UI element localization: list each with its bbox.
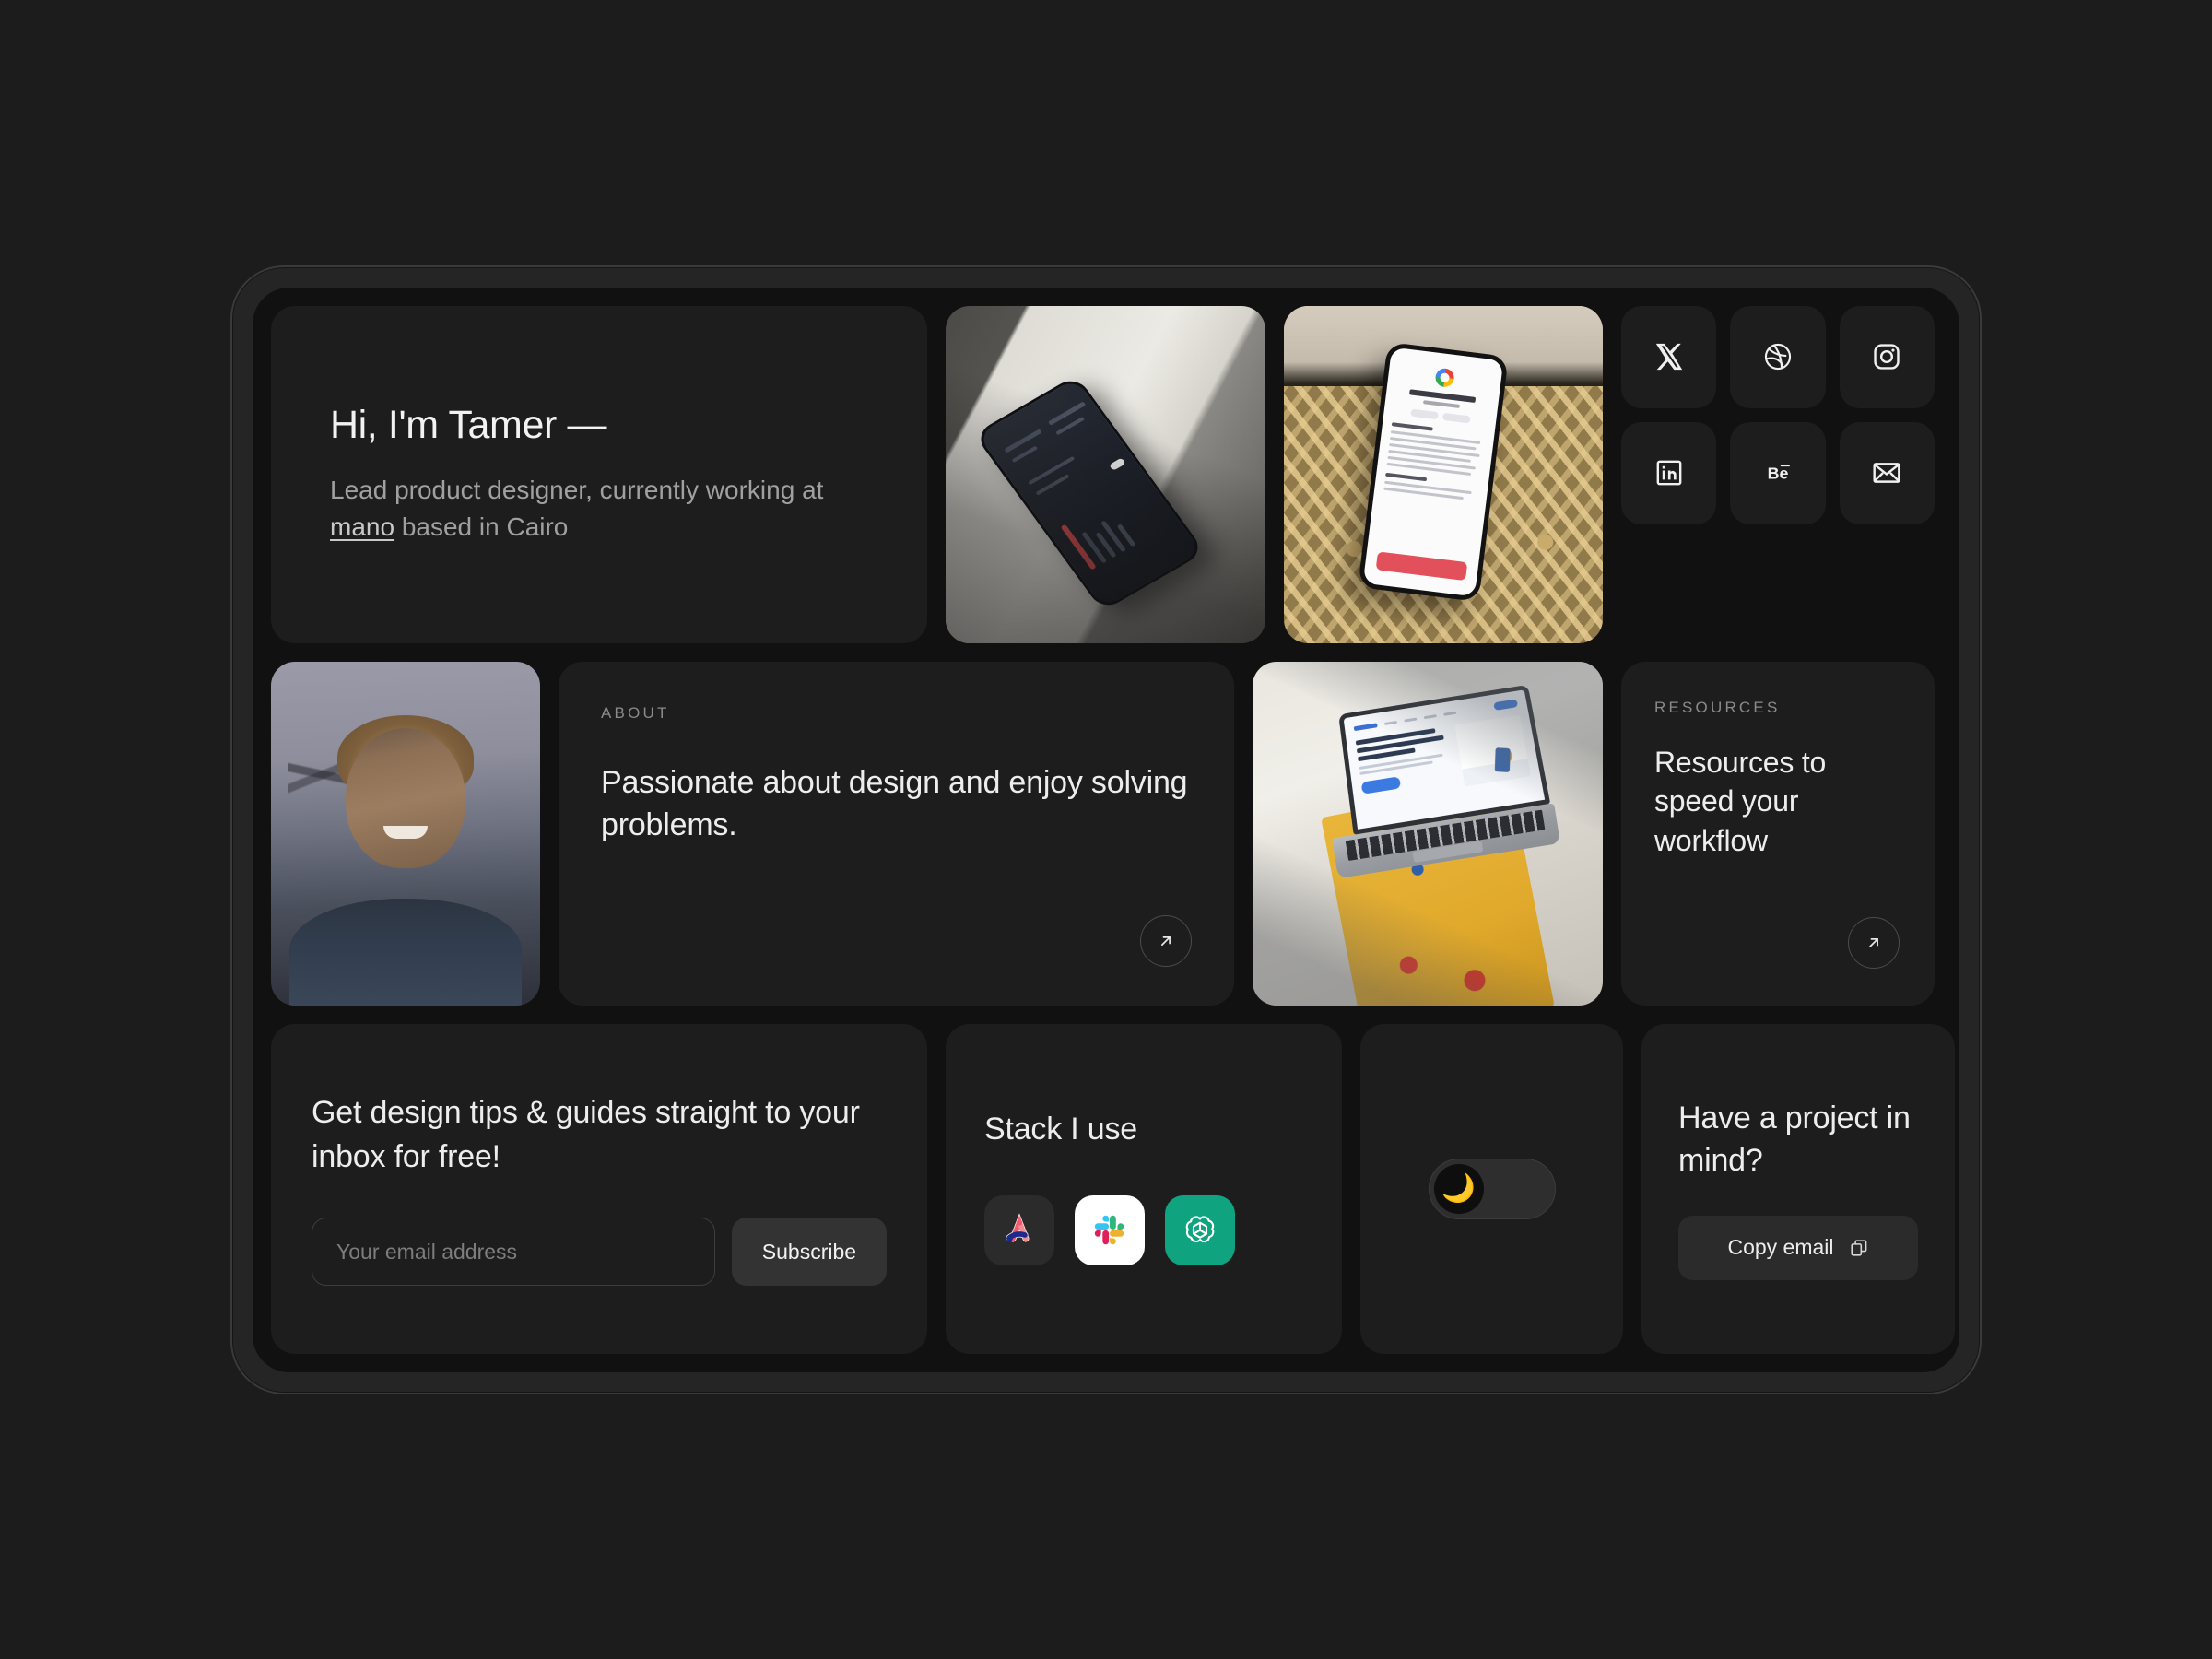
- theme-toggle-card: 🌙: [1360, 1023, 1623, 1354]
- hero-subtitle-after: based in Cairo: [394, 512, 569, 542]
- about-arrow-button[interactable]: [1140, 914, 1192, 967]
- hero-card: Hi, I'm Tamer — Lead product designer, c…: [271, 305, 927, 643]
- top-row: Hi, I'm Tamer — Lead product designer, c…: [271, 305, 1941, 643]
- middle-row: ABOUT Passionate about design and enjoy …: [271, 661, 1941, 1006]
- stack-item-slack[interactable]: [1075, 1195, 1145, 1266]
- resources-column: RESOURCES Resources to speed your workfl…: [1621, 661, 1935, 1006]
- hero-subtitle: Lead product designer, currently working…: [330, 472, 865, 546]
- social-link-behance[interactable]: Be: [1730, 421, 1826, 524]
- stack-icon-list: [984, 1195, 1303, 1266]
- about-title: Passionate about design and enjoy solvin…: [601, 764, 1188, 843]
- resources-eyebrow: RESOURCES: [1654, 698, 1781, 716]
- stack-item-arc[interactable]: [984, 1195, 1054, 1266]
- stack-title: Stack I use: [984, 1112, 1137, 1147]
- dark-mode-toggle[interactable]: 🌙: [1428, 1158, 1556, 1219]
- instagram-icon: [1874, 344, 1900, 370]
- social-link-linkedin[interactable]: [1621, 421, 1717, 524]
- copy-email-button[interactable]: Copy email: [1678, 1215, 1918, 1280]
- social-link-instagram[interactable]: [1839, 305, 1935, 408]
- stack-card: Stack I use: [946, 1023, 1342, 1354]
- contact-card: Have a project in mind? Copy email: [1641, 1023, 1955, 1354]
- about-card[interactable]: ABOUT Passionate about design and enjoy …: [559, 661, 1234, 1006]
- hero-subtitle-before: Lead product designer, currently working…: [330, 476, 824, 505]
- resources-title: Resources to speed your workflow: [1654, 745, 1827, 857]
- portrait-smile: [383, 825, 428, 839]
- about-eyebrow: ABOUT: [601, 703, 670, 722]
- page-root: Hi, I'm Tamer — Lead product designer, c…: [0, 0, 2212, 1659]
- middle-left-stack: ABOUT Passionate about design and enjoy …: [271, 661, 1603, 1006]
- laptop-mockup: [1312, 682, 1560, 883]
- project-thumbnail-laptop[interactable]: [1253, 661, 1603, 1006]
- contact-title: Have a project in mind?: [1678, 1100, 1911, 1178]
- resources-card[interactable]: RESOURCES Resources to speed your workfl…: [1621, 661, 1935, 1006]
- bottom-row: Get design tips & guides straight to you…: [271, 1023, 1955, 1354]
- arrow-up-right-icon: [1161, 936, 1171, 946]
- contact-column: Have a project in mind? Copy email: [1641, 1023, 1955, 1354]
- resources-arrow-button[interactable]: [1848, 916, 1900, 969]
- dribbble-icon: [1764, 343, 1792, 371]
- newsletter-title: Get design tips & guides straight to you…: [312, 1095, 860, 1174]
- social-link-email[interactable]: [1839, 421, 1935, 524]
- portrait-jacket: [289, 898, 522, 1006]
- behance-icon: Be: [1768, 464, 1790, 482]
- social-links-column: Be: [1621, 305, 1935, 643]
- phone-mockup-light: [1357, 341, 1509, 602]
- copy-email-label: Copy email: [1727, 1235, 1834, 1260]
- page-title: Hi, I'm Tamer —: [330, 403, 607, 448]
- paint-splattered-stool: [1321, 781, 1555, 1006]
- apply-now-button: [1375, 550, 1467, 581]
- envelope-icon: [1873, 463, 1900, 483]
- slack-icon: [1094, 1215, 1124, 1245]
- newsletter-form: Subscribe: [312, 1218, 887, 1287]
- phone-mockup-dark: [973, 374, 1206, 611]
- social-link-dribbble[interactable]: [1730, 305, 1826, 408]
- subscribe-button[interactable]: Subscribe: [731, 1218, 887, 1287]
- top-left-stack: Hi, I'm Tamer — Lead product designer, c…: [271, 305, 1603, 643]
- arrow-up-right-icon: [1869, 938, 1878, 947]
- stack-item-openai[interactable]: [1165, 1195, 1235, 1266]
- project-thumbnail-phone-dark[interactable]: [946, 305, 1265, 643]
- social-link-x[interactable]: [1621, 305, 1717, 408]
- copy-icon: [1850, 1239, 1866, 1256]
- project-thumbnail-phone-job[interactable]: [1283, 305, 1603, 643]
- portrait-face: [346, 727, 465, 868]
- linkedin-icon: [1656, 460, 1682, 486]
- svg-text:Be: Be: [1768, 464, 1789, 482]
- openai-icon: [1185, 1216, 1215, 1243]
- email-input[interactable]: [312, 1218, 715, 1287]
- crescent-moon-icon: 🌙: [1433, 1163, 1484, 1214]
- social-grid: Be: [1621, 305, 1935, 524]
- google-logo-icon: [1433, 367, 1455, 388]
- portfolio-screen: Hi, I'm Tamer — Lead product designer, c…: [253, 287, 1959, 1372]
- portrait-photo: [271, 661, 540, 1006]
- mano-link[interactable]: mano: [330, 512, 394, 541]
- newsletter-card: Get design tips & guides straight to you…: [271, 1023, 927, 1354]
- x-twitter-icon: [1655, 343, 1682, 371]
- arc-browser-icon: [1006, 1213, 1030, 1242]
- device-frame: Hi, I'm Tamer — Lead product designer, c…: [230, 265, 1982, 1394]
